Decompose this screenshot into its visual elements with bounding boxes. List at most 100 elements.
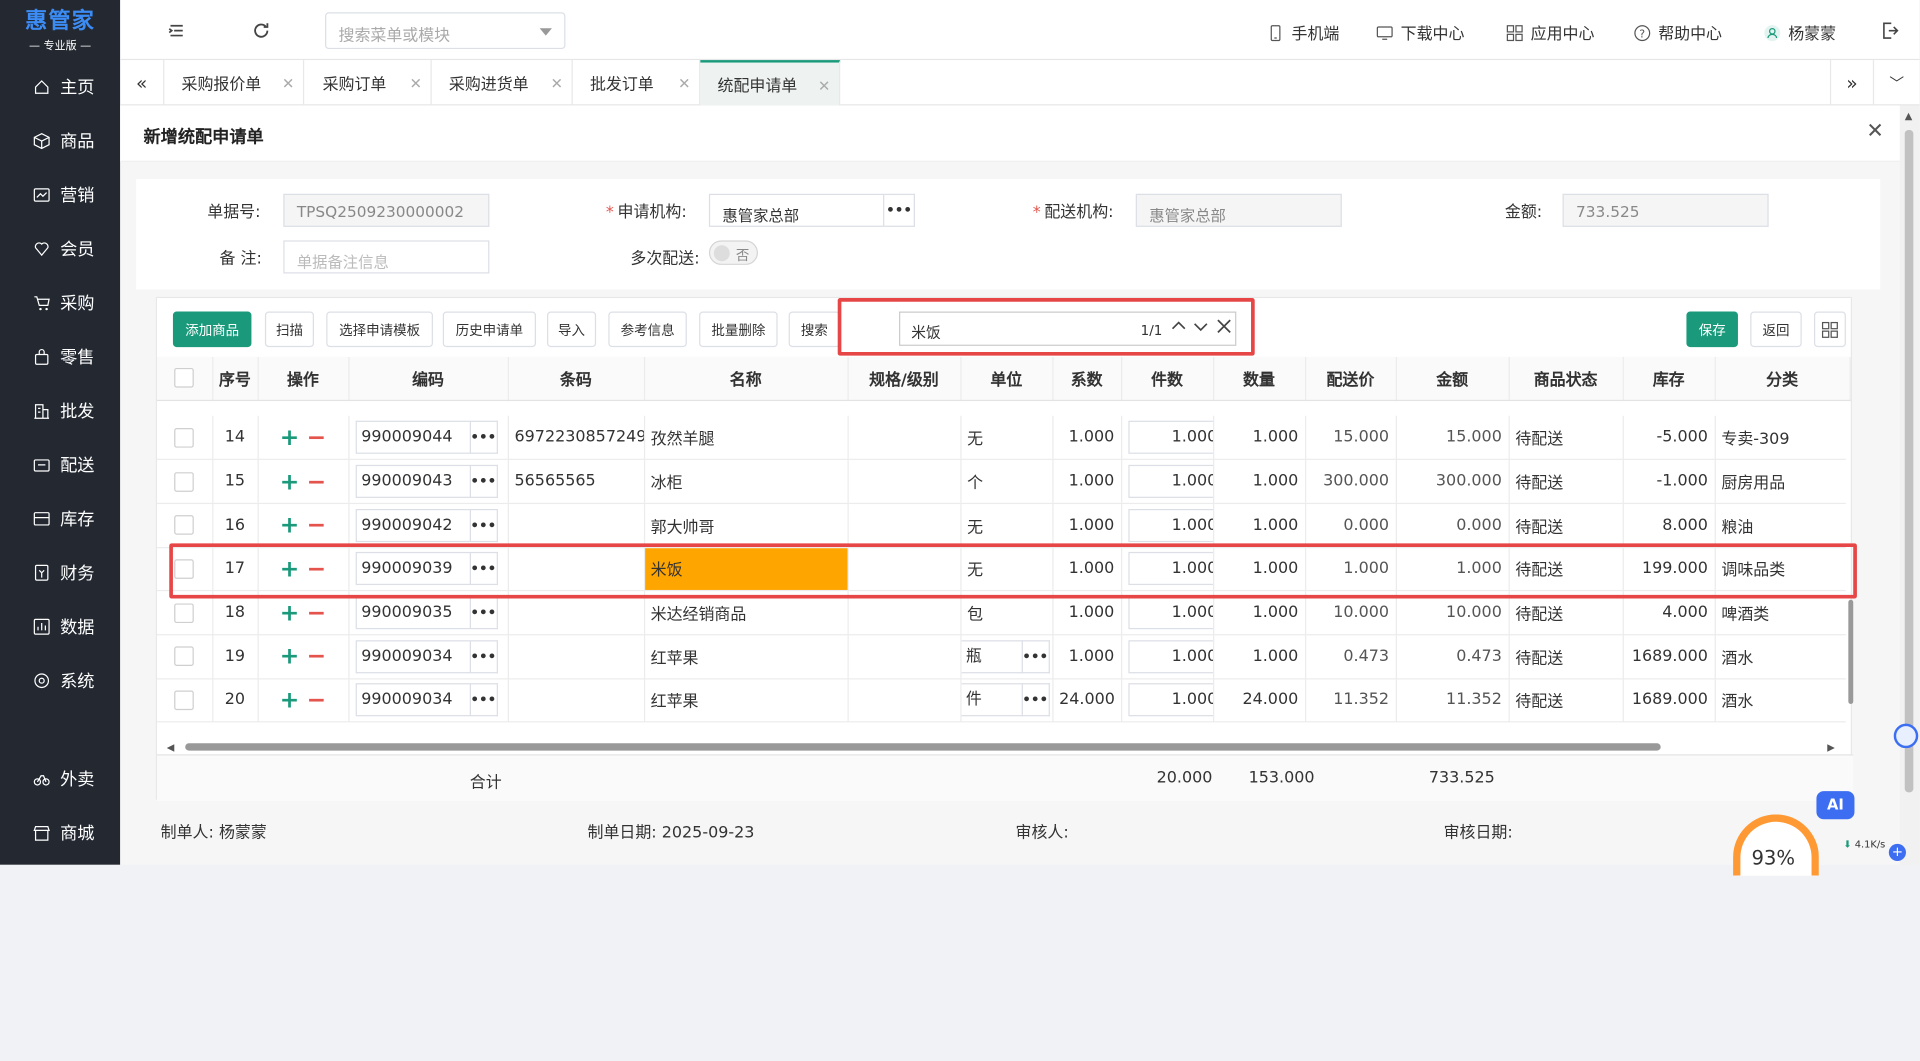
sidebar-item-5[interactable]: 零售 (0, 339, 120, 376)
pieces-input[interactable]: 1.000 (1127, 639, 1212, 674)
close-icon[interactable]: ✕ (678, 75, 690, 92)
page-scrollbar[interactable]: ▲ (1899, 105, 1920, 865)
table-row[interactable]: 20 + −990009034 ••• 红苹果件 ••• 24.000 1.000 24.000… (156, 678, 1846, 723)
add-icon[interactable]: + (1888, 843, 1906, 862)
code-input[interactable]: 990009042 (355, 508, 471, 542)
add-row-icon[interactable]: + (280, 643, 300, 670)
back-button[interactable]: 返回 (1750, 311, 1802, 348)
menu-collapse-icon[interactable] (167, 21, 187, 41)
select-template-button[interactable]: 选择申请模板 (326, 311, 433, 348)
sidebar-item-10[interactable]: 数据 (0, 608, 120, 645)
pieces-input[interactable]: 1.000 (1127, 508, 1212, 542)
tab-purchase-order[interactable]: 采购订单 ✕ (304, 60, 432, 106)
sidebar-item-1[interactable]: 商品 (0, 123, 120, 160)
code-picker-button[interactable]: ••• (470, 683, 498, 717)
unit-picker-button[interactable]: ••• (1022, 683, 1050, 717)
select-all-checkbox[interactable] (156, 356, 213, 401)
sidebar-item-4[interactable]: 采购 (0, 285, 120, 322)
code-picker-button[interactable]: ••• (470, 508, 498, 542)
chevron-down-icon[interactable] (539, 28, 552, 36)
multi-delivery-toggle[interactable]: 否 (708, 240, 758, 265)
refresh-icon[interactable] (251, 21, 271, 41)
add-row-icon[interactable]: + (280, 599, 300, 626)
tabs-dropdown-icon[interactable]: ﹀ (1874, 60, 1919, 105)
remove-row-icon[interactable]: − (307, 512, 327, 539)
remove-row-icon[interactable]: − (307, 643, 327, 670)
unit-picker-button[interactable]: ••• (1022, 639, 1050, 674)
row-checkbox[interactable] (156, 678, 213, 723)
table-row[interactable]: 19 + −990009034 ••• 红苹果瓶 ••• 1.000 1.000 1.000 0.… (156, 634, 1846, 680)
apply-org-picker-button[interactable]: ••• (884, 193, 915, 227)
remove-row-icon[interactable]: − (307, 468, 327, 495)
sidebar-item-11[interactable]: 系统 (0, 662, 120, 699)
row-checkbox[interactable] (156, 415, 213, 461)
menu-search-input[interactable]: 搜索菜单或模块 (325, 12, 566, 50)
apply-org-field[interactable]: 惠管家总部 (708, 193, 885, 227)
logout-icon[interactable] (1880, 21, 1900, 41)
code-input[interactable]: 990009043 (355, 464, 471, 498)
code-picker-button[interactable]: ••• (470, 464, 498, 498)
pieces-input[interactable]: 1.000 (1127, 596, 1212, 630)
add-row-icon[interactable]: + (280, 468, 300, 495)
close-icon[interactable]: ✕ (551, 75, 563, 92)
pieces-input[interactable]: 1.000 (1127, 464, 1212, 498)
sidebar-item-0[interactable]: 主页 (0, 69, 120, 106)
save-button[interactable]: 保存 (1686, 311, 1738, 348)
horizontal-scrollbar[interactable]: ◀ ▶ (167, 742, 1835, 753)
sidebar-item-9[interactable]: 财务 (0, 554, 120, 591)
speed-gauge[interactable]: 93% (1733, 814, 1819, 876)
floating-assistant-icon[interactable] (1893, 723, 1919, 749)
code-picker-button[interactable]: ••• (470, 639, 498, 674)
add-row-icon[interactable]: + (280, 512, 300, 539)
tabs-scroll-right-icon[interactable]: » (1829, 60, 1875, 106)
history-request-button[interactable]: 历史申请单 (442, 311, 536, 348)
tab-purchase-receipt[interactable]: 采购进货单 ✕ (432, 60, 573, 106)
remove-row-icon[interactable]: − (307, 599, 327, 626)
tab-purchase-quote[interactable]: 采购报价单 ✕ (164, 60, 305, 106)
unit-select[interactable]: 件 (960, 683, 1023, 717)
search-button[interactable]: 搜索 (788, 311, 841, 348)
row-checkbox[interactable] (156, 634, 213, 680)
help-center-link[interactable]: ? 帮助中心 (1634, 21, 1722, 44)
add-item-button[interactable]: 添加商品 (172, 311, 252, 348)
reference-info-button[interactable]: 参考信息 (608, 311, 687, 348)
sidebar-item-6[interactable]: 批发 (0, 392, 120, 429)
scan-button[interactable]: 扫描 (264, 311, 314, 348)
ai-assistant-button[interactable]: AI (1816, 791, 1855, 820)
row-checkbox[interactable] (156, 503, 213, 548)
remove-row-icon[interactable]: − (307, 424, 327, 451)
import-button[interactable]: 导入 (547, 311, 597, 348)
add-row-icon[interactable]: + (280, 424, 300, 451)
code-picker-button[interactable]: ••• (470, 596, 498, 630)
remark-input[interactable]: 单据备注信息 (283, 240, 490, 274)
sidebar-item-3[interactable]: 会员 (0, 231, 120, 268)
tab-wholesale-order[interactable]: 批发订单 ✕ (573, 60, 701, 106)
brand-logo[interactable]: 惠管家 — 专业版 — (0, 0, 120, 55)
close-icon[interactable]: ✕ (1866, 119, 1883, 144)
unit-select[interactable]: 瓶 (960, 639, 1023, 674)
tab-allocation-request[interactable]: 统配申请单 ✕ (700, 60, 841, 106)
sidebar-item-7[interactable]: 配送 (0, 446, 120, 483)
pieces-input[interactable]: 1.000 (1127, 683, 1212, 717)
table-row[interactable]: 15 + −990009043 ••• 56565565 冰柜个 1.000 1.000 1.0… (156, 459, 1846, 504)
add-row-icon[interactable]: + (280, 687, 300, 714)
sidebar-item-2[interactable]: 营销 (0, 177, 120, 214)
code-input[interactable]: 990009035 (355, 596, 471, 630)
grid-layout-icon[interactable] (1813, 311, 1846, 348)
row-checkbox[interactable] (156, 459, 213, 504)
close-icon[interactable]: ✕ (818, 77, 830, 94)
pieces-input[interactable]: 1.000 (1127, 420, 1212, 454)
table-row[interactable]: 16 + −990009042 ••• 郭大帅哥无 1.000 1.000 1.000 0.00… (156, 503, 1846, 548)
batch-delete-button[interactable]: 批量删除 (699, 311, 778, 348)
code-input[interactable]: 990009034 (355, 683, 471, 717)
code-input[interactable]: 990009044 (355, 420, 471, 454)
code-input[interactable]: 990009034 (355, 639, 471, 674)
code-picker-button[interactable]: ••• (470, 420, 498, 454)
sidebar-item-13[interactable]: 商城 (0, 814, 120, 851)
user-menu[interactable]: 杨蒙蒙 (1764, 21, 1836, 44)
table-row[interactable]: 14 + −990009044 ••• 6972230857249 孜然羊腿无 1.000 1… (156, 415, 1846, 461)
sidebar-item-8[interactable]: 库存 (0, 500, 120, 537)
sidebar-item-12[interactable]: 外卖 (0, 760, 120, 797)
close-icon[interactable]: ✕ (410, 75, 422, 92)
close-icon[interactable]: ✕ (282, 75, 294, 92)
